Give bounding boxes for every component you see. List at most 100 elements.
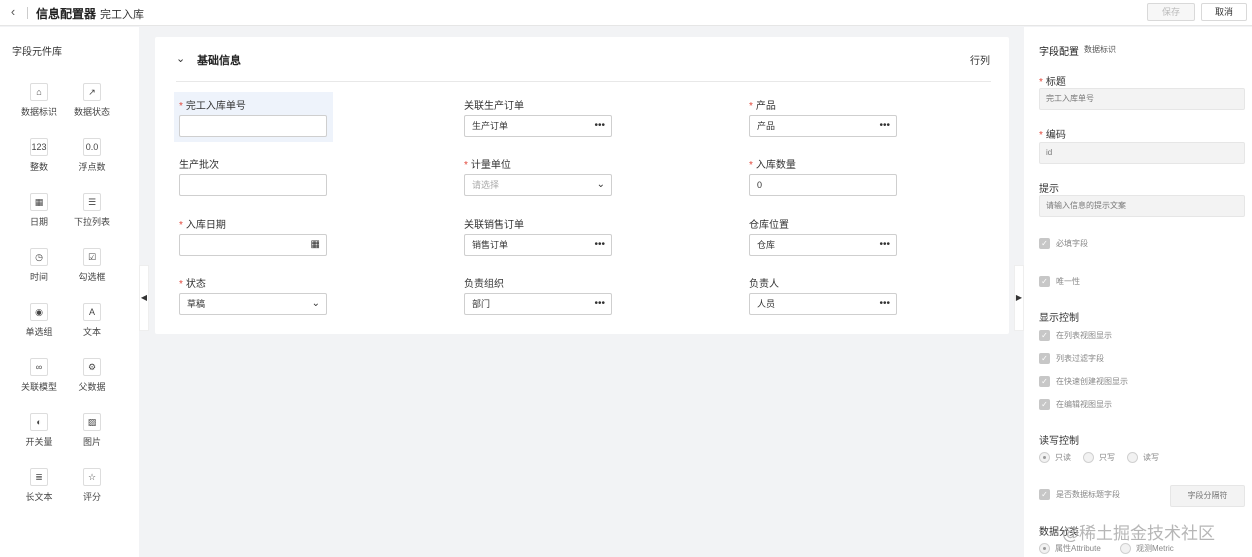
component-label: 日期 [29, 217, 48, 227]
chevron-down-icon[interactable]: ⌄ [176, 52, 185, 65]
field-input[interactable]: 0 [749, 174, 897, 196]
component-label: 单选组 [25, 327, 53, 337]
display-option-checkbox[interactable]: ✓ 在列表视图显示 [1039, 330, 1112, 342]
more-icon: ••• [594, 298, 605, 309]
form-field[interactable]: 关联销售订单销售订单 ••• [464, 216, 624, 256]
hint-input[interactable]: 请输入信息的提示文案 [1039, 195, 1245, 217]
form-field[interactable]: 仓库位置 仓库 ••• [749, 216, 909, 256]
component-label: 下拉列表 [73, 217, 110, 227]
field-label: * 产品 [749, 101, 776, 112]
component-item[interactable]: ◉ 单选组 [14, 303, 64, 347]
category-attribute-radio[interactable]: 属性Attribute [1039, 543, 1101, 555]
more-icon: ••• [879, 120, 890, 131]
form-field[interactable]: * 入库数量 0 [749, 156, 909, 196]
more-icon: ••• [879, 239, 890, 250]
field-input[interactable]: 销售订单 ••• [464, 234, 612, 256]
separator-input[interactable]: 字段分隔符 [1170, 485, 1245, 507]
component-item[interactable]: ≣ 长文本 [14, 468, 64, 512]
field-label: 负责组织 [464, 279, 504, 290]
component-item[interactable]: 0.0 浮点数 [67, 138, 117, 182]
component-item[interactable]: ☆ 评分 [67, 468, 117, 512]
rowcol-toggle[interactable]: 行列 [970, 52, 990, 67]
field-label: * 完工入库单号 [179, 101, 246, 112]
component-label: 图片 [82, 437, 101, 447]
component-item[interactable]: ◷ 时间 [14, 248, 64, 292]
dropdown-list-icon: ☰ [83, 193, 101, 211]
form-field[interactable]: * 产品产品 ••• [749, 97, 909, 137]
component-item[interactable]: ☰ 下拉列表 [67, 193, 117, 237]
component-item[interactable]: ⌂ 数据标识 [14, 83, 64, 127]
required-marker: * [179, 279, 183, 290]
check-icon: ✓ [1039, 489, 1050, 500]
field-input[interactable]: 仓库 ••• [749, 234, 897, 256]
image-icon: ▨ [83, 413, 101, 431]
component-item[interactable]: A 文本 [67, 303, 117, 347]
form-field[interactable]: * 入库日期 ▦ [179, 216, 339, 256]
title-input[interactable]: 完工入库单号 [1039, 88, 1245, 110]
field-label: * 入库数量 [749, 160, 796, 171]
component-label: 浮点数 [78, 162, 106, 172]
form-field[interactable]: * 完工入库单号 [174, 92, 333, 142]
right-panel-collapse-handle[interactable]: ▶ [1014, 265, 1024, 331]
rw-writeonly-radio[interactable]: 只写 [1083, 452, 1115, 464]
rw-readonly-radio[interactable]: 只读 [1039, 452, 1071, 464]
component-item[interactable]: ⚙ 父数据 [67, 358, 117, 402]
component-item[interactable]: ∞ 关联模型 [14, 358, 64, 402]
section-divider [176, 81, 991, 82]
calendar-icon: ▦ [30, 193, 48, 211]
required-marker: * [179, 220, 183, 231]
field-input[interactable]: ▦ [179, 234, 327, 256]
field-input[interactable] [179, 174, 327, 196]
rw-readwrite-radio[interactable]: 读写 [1127, 452, 1159, 464]
save-button[interactable]: 保存 [1147, 3, 1195, 21]
section-title: 基础信息 [197, 55, 241, 67]
check-icon: ✓ [1039, 376, 1050, 387]
title-field-checkbox[interactable]: ✓ 是否数据标题字段 [1039, 489, 1120, 501]
required-field-checkbox[interactable]: ✓ 必填字段 [1039, 238, 1088, 250]
category-metric-radio[interactable]: 观测Metric [1120, 543, 1174, 555]
code-label: * 编码 [1039, 130, 1066, 141]
component-label: 时间 [29, 272, 48, 282]
form-field[interactable]: * 计量单位 请选择 ⌄ [464, 156, 624, 196]
required-marker: * [749, 101, 753, 112]
field-input[interactable]: 草稿 ⌄ [179, 293, 327, 315]
field-label: 关联销售订单 [464, 220, 524, 231]
component-item[interactable]: ▦ 日期 [14, 193, 64, 237]
component-library-panel: 字段元件库 ⌂ 数据标识 ↗ 数据状态 123 整数 0.0 浮点数 ▦ 日期 ☰ 下拉列表 ◷ 时间 ☑ 勾… [0, 27, 139, 557]
field-config-type: 数据标识 [1084, 45, 1116, 54]
component-item[interactable]: ↗ 数据状态 [67, 83, 117, 127]
component-item[interactable]: 123 整数 [14, 138, 64, 182]
required-marker: * [464, 160, 468, 171]
form-field[interactable]: * 状态 草稿 ⌄ [179, 275, 339, 315]
component-item[interactable]: ☑ 勾选框 [67, 248, 117, 292]
radio-icon: ◉ [30, 303, 48, 321]
field-input[interactable]: 人员 ••• [749, 293, 897, 315]
left-panel-collapse-handle[interactable]: ◀ [139, 265, 149, 331]
form-field[interactable]: 负责组织部门 ••• [464, 275, 624, 315]
display-option-checkbox[interactable]: ✓ 在快速创建视图显示 [1039, 376, 1128, 388]
field-label: * 入库日期 [179, 220, 226, 231]
long-text-icon: ≣ [30, 468, 48, 486]
link-icon: ∞ [30, 358, 48, 376]
unique-checkbox[interactable]: ✓ 唯一性 [1039, 276, 1080, 288]
form-field[interactable]: 生产批次 [179, 156, 339, 196]
component-item[interactable]: ▨ 图片 [67, 413, 117, 457]
field-input[interactable]: 部门 ••• [464, 293, 612, 315]
display-option-checkbox[interactable]: ✓ 在编辑视图显示 [1039, 399, 1112, 411]
hint-label: 提示 [1039, 184, 1059, 195]
field-input[interactable]: 产品 ••• [749, 115, 897, 137]
component-item[interactable]: ◐ 开关量 [14, 413, 64, 457]
form-field[interactable]: 关联生产订单 生产订单 ••• [464, 97, 624, 137]
star-icon: ☆ [83, 468, 101, 486]
component-label: 父数据 [78, 382, 106, 392]
field-input[interactable] [179, 115, 327, 137]
field-input[interactable]: 请选择 ⌄ [464, 174, 612, 196]
component-label: 文本 [82, 327, 101, 337]
code-input[interactable]: id [1039, 142, 1245, 164]
chevron-left-icon[interactable]: ‹ [6, 5, 20, 19]
field-input[interactable]: 生产订单 ••• [464, 115, 612, 137]
cancel-button[interactable]: 取消 [1201, 3, 1247, 21]
form-field[interactable]: 负责人 人员 ••• [749, 275, 909, 315]
check-icon: ✓ [1039, 399, 1050, 410]
display-option-checkbox[interactable]: ✓ 列表过滤字段 [1039, 353, 1104, 365]
